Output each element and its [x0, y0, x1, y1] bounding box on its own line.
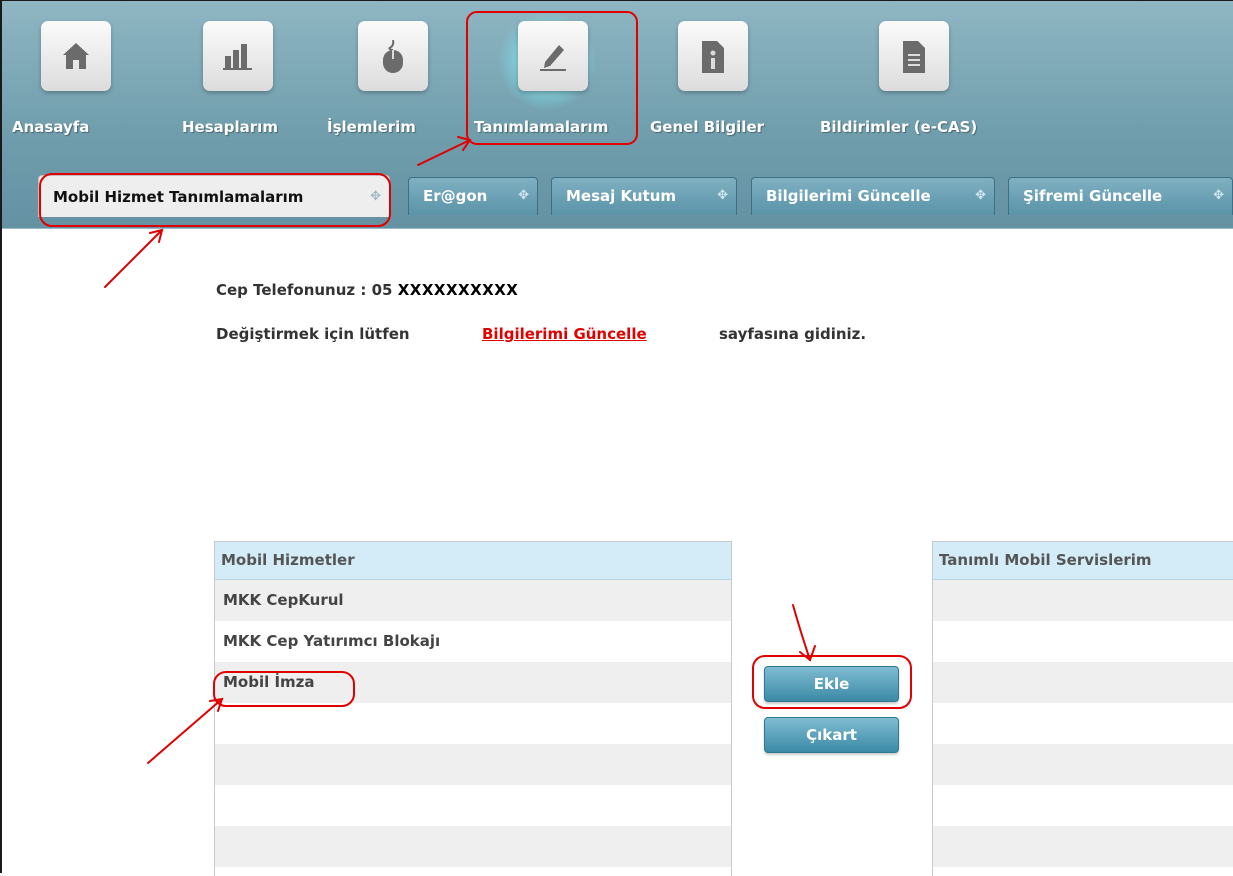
- change-prefix: Değiştirmek için lütfen: [216, 325, 410, 343]
- nav-label-genel-bilgiler[interactable]: Genel Bilgiler: [650, 118, 764, 136]
- phone-label: Cep Telefonunuz : 05: [216, 281, 393, 299]
- nav-label-anasayfa[interactable]: Anasayfa: [12, 118, 89, 136]
- nav-label-hesaplarim[interactable]: Hesaplarım: [182, 118, 278, 136]
- tab-label: Bilgilerimi Güncelle: [766, 187, 931, 205]
- list-item-empty: [215, 703, 731, 744]
- phone-line: Cep Telefonunuz : 05 XXXXXXXXXX: [216, 281, 518, 299]
- list-item-empty: [933, 703, 1233, 744]
- chart-icon[interactable]: [203, 21, 273, 91]
- list-item-empty: [933, 826, 1233, 867]
- change-suffix: sayfasına gidiniz.: [719, 325, 867, 343]
- move-icon: ✥: [370, 189, 381, 204]
- nav-label-tanimlamalarim[interactable]: Tanımlamalarım: [474, 118, 608, 136]
- panel-header: Tanımlı Mobil Servislerim: [933, 542, 1233, 580]
- move-icon: ✥: [717, 188, 728, 203]
- mouse-icon[interactable]: [358, 21, 428, 91]
- tab-label: Şifremi Güncelle: [1023, 187, 1163, 205]
- phone-value: XXXXXXXXXX: [397, 281, 519, 299]
- tab-label: Mesaj Kutum: [566, 187, 677, 205]
- mobil-hizmetler-panel: Mobil Hizmetler MKK CepKurul MKK Cep Yat…: [214, 541, 732, 876]
- content-area: Cep Telefonunuz : 05 XXXXXXXXXX Değiştir…: [2, 228, 1233, 876]
- list-item[interactable]: Mobil İmza: [215, 662, 731, 703]
- pencil-icon[interactable]: [518, 21, 588, 91]
- move-icon: ✥: [518, 188, 529, 203]
- list-item-empty: [933, 621, 1233, 662]
- tab-bilgilerimi-guncelle[interactable]: Bilgilerimi Güncelle ✥: [751, 177, 995, 215]
- ekle-button[interactable]: Ekle: [764, 666, 899, 702]
- tab-eragon[interactable]: Er@gon ✥: [408, 177, 538, 215]
- tab-label: Er@gon: [423, 187, 488, 205]
- tanimli-servisler-panel: Tanımlı Mobil Servislerim: [932, 541, 1233, 876]
- cikart-button[interactable]: Çıkart: [764, 717, 899, 753]
- tab-mesaj-kutum[interactable]: Mesaj Kutum ✥: [551, 177, 737, 215]
- list-item-empty: [933, 744, 1233, 785]
- tab-sifremi-guncelle[interactable]: Şifremi Güncelle ✥: [1008, 177, 1233, 215]
- bilgilerimi-guncelle-link[interactable]: Bilgilerimi Güncelle: [482, 325, 647, 343]
- list-item[interactable]: MKK Cep Yatırımcı Blokajı: [215, 621, 731, 662]
- tab-mobil-hizmet[interactable]: Mobil Hizmet Tanımlamalarım ✥: [38, 175, 390, 217]
- document-icon[interactable]: [879, 21, 949, 91]
- list-item-empty: [933, 662, 1233, 703]
- list-item-empty: [933, 580, 1233, 621]
- list-item-empty: [215, 826, 731, 867]
- home-icon[interactable]: [41, 21, 111, 91]
- nav-label-bildirimler[interactable]: Bildirimler (e-CAS): [820, 118, 977, 136]
- top-navigation: Anasayfa Hesaplarım İşlemlerim Tanımlama…: [2, 1, 1233, 228]
- nav-label-islemlerim[interactable]: İşlemlerim: [327, 118, 416, 136]
- list-item-empty: [215, 744, 731, 785]
- list-item-empty: [933, 785, 1233, 826]
- move-icon: ✥: [975, 188, 986, 203]
- move-icon: ✥: [1213, 188, 1224, 203]
- panel-header: Mobil Hizmetler: [215, 542, 731, 580]
- info-icon[interactable]: [678, 21, 748, 91]
- list-item-empty: [215, 785, 731, 826]
- list-item[interactable]: MKK CepKurul: [215, 580, 731, 621]
- tab-label: Mobil Hizmet Tanımlamalarım: [53, 188, 304, 206]
